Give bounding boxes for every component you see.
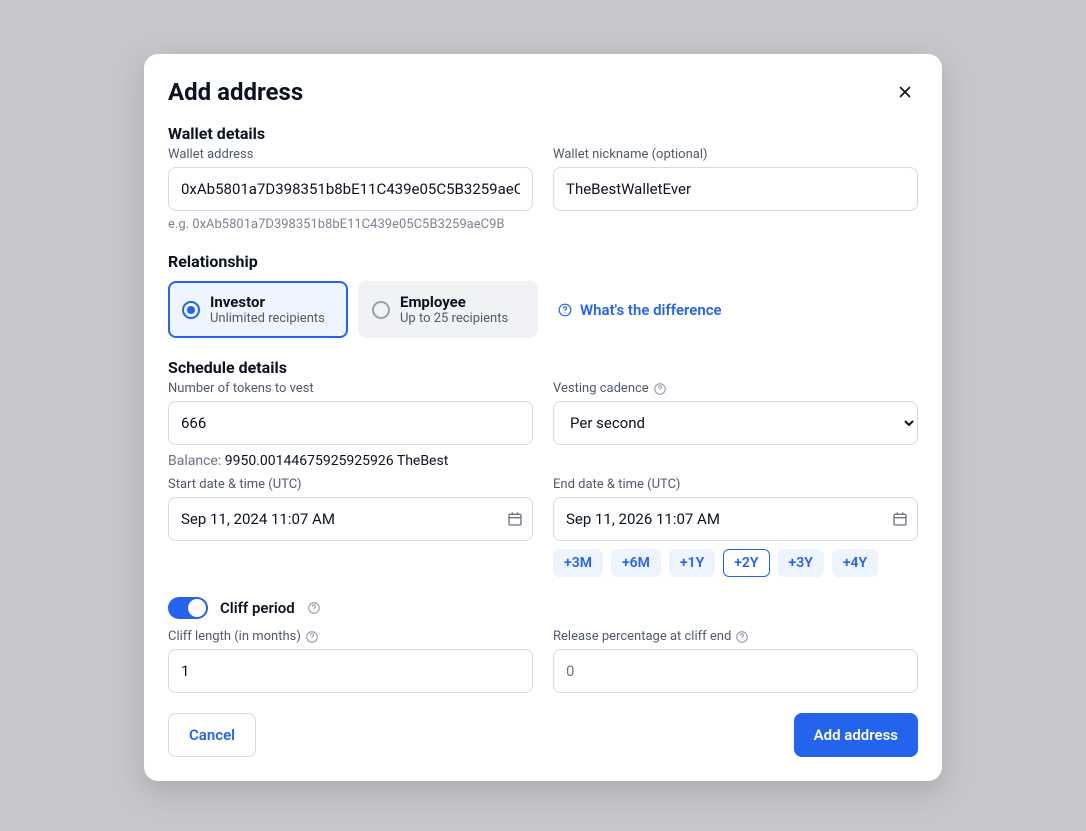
start-date-input[interactable] — [168, 497, 533, 541]
wallet-nickname-input[interactable] — [553, 167, 918, 211]
cliff-section: Cliff period Cliff length (in months) Re… — [168, 597, 918, 693]
relationship-option-title: Employee — [400, 293, 508, 311]
tokens-to-vest-label: Number of tokens to vest — [168, 381, 533, 396]
modal-overlay: Add address Wallet details Wallet addres… — [0, 0, 1086, 831]
relationship-employee-option[interactable]: Employee Up to 25 recipients — [358, 281, 538, 338]
add-address-modal: Add address Wallet details Wallet addres… — [144, 54, 942, 781]
add-address-button[interactable]: Add address — [794, 713, 918, 757]
end-date-input[interactable] — [553, 497, 918, 541]
close-icon — [896, 83, 914, 101]
wallet-details-section: Wallet details Wallet address e.g. 0xAb5… — [168, 124, 918, 232]
schedule-details-section: Schedule details Number of tokens to ves… — [168, 358, 918, 577]
radio-icon — [182, 301, 200, 319]
info-icon — [305, 630, 319, 644]
relationship-option-sub: Unlimited recipients — [210, 311, 325, 326]
balance-text: Balance: 9950.00144675925925926 TheBest — [168, 453, 918, 469]
wallet-address-helper: e.g. 0xAb5801a7D398351b8bE11C439e05C5B32… — [168, 217, 533, 232]
cancel-button[interactable]: Cancel — [168, 713, 256, 757]
balance-value: 9950.00144675925925926 TheBest — [225, 453, 449, 469]
vesting-cadence-label: Vesting cadence — [553, 381, 918, 396]
cliff-period-toggle[interactable] — [168, 597, 208, 619]
preset-chip-3m[interactable]: +3M — [553, 549, 603, 577]
relationship-option-title: Investor — [210, 293, 325, 311]
modal-header: Add address — [168, 78, 918, 106]
modal-footer: Cancel Add address — [168, 713, 918, 757]
cliff-length-input[interactable] — [168, 649, 533, 693]
release-percentage-label: Release percentage at cliff end — [553, 629, 918, 644]
release-percentage-label-text: Release percentage at cliff end — [553, 629, 731, 644]
info-icon — [735, 630, 749, 644]
preset-chip-2y[interactable]: +2Y — [723, 549, 769, 577]
cliff-length-label: Cliff length (in months) — [168, 629, 533, 644]
wallet-address-label: Wallet address — [168, 147, 533, 162]
relationship-title: Relationship — [168, 252, 918, 271]
preset-chip-6m[interactable]: +6M — [611, 549, 661, 577]
preset-chip-4y[interactable]: +4Y — [832, 549, 878, 577]
schedule-details-title: Schedule details — [168, 358, 918, 377]
relationship-section: Relationship Investor Unlimited recipien… — [168, 252, 918, 338]
vesting-cadence-label-text: Vesting cadence — [553, 381, 649, 396]
radio-icon — [372, 301, 390, 319]
info-icon — [653, 382, 667, 396]
info-icon — [307, 601, 321, 615]
close-button[interactable] — [892, 79, 918, 105]
release-percentage-input[interactable] — [553, 649, 918, 693]
tokens-to-vest-input[interactable] — [168, 401, 533, 445]
start-date-label: Start date & time (UTC) — [168, 477, 533, 492]
preset-chip-3y[interactable]: +3Y — [778, 549, 824, 577]
balance-label: Balance: — [168, 453, 221, 469]
wallet-nickname-label: Wallet nickname (optional) — [553, 147, 918, 162]
date-preset-chips: +3M +6M +1Y +2Y +3Y +4Y — [553, 549, 918, 577]
whats-the-difference-link[interactable]: What's the difference — [558, 301, 722, 319]
cliff-length-label-text: Cliff length (in months) — [168, 629, 301, 644]
wallet-details-title: Wallet details — [168, 124, 918, 143]
modal-title: Add address — [168, 78, 303, 106]
vesting-cadence-select[interactable]: Per second — [553, 401, 918, 445]
cliff-period-label: Cliff period — [220, 599, 295, 617]
whats-the-difference-label: What's the difference — [580, 301, 722, 319]
end-date-label: End date & time (UTC) — [553, 477, 918, 492]
wallet-address-input[interactable] — [168, 167, 533, 211]
relationship-investor-option[interactable]: Investor Unlimited recipients — [168, 281, 348, 338]
preset-chip-1y[interactable]: +1Y — [669, 549, 715, 577]
relationship-option-sub: Up to 25 recipients — [400, 311, 508, 326]
toggle-knob — [188, 599, 206, 617]
question-circle-icon — [558, 303, 572, 317]
